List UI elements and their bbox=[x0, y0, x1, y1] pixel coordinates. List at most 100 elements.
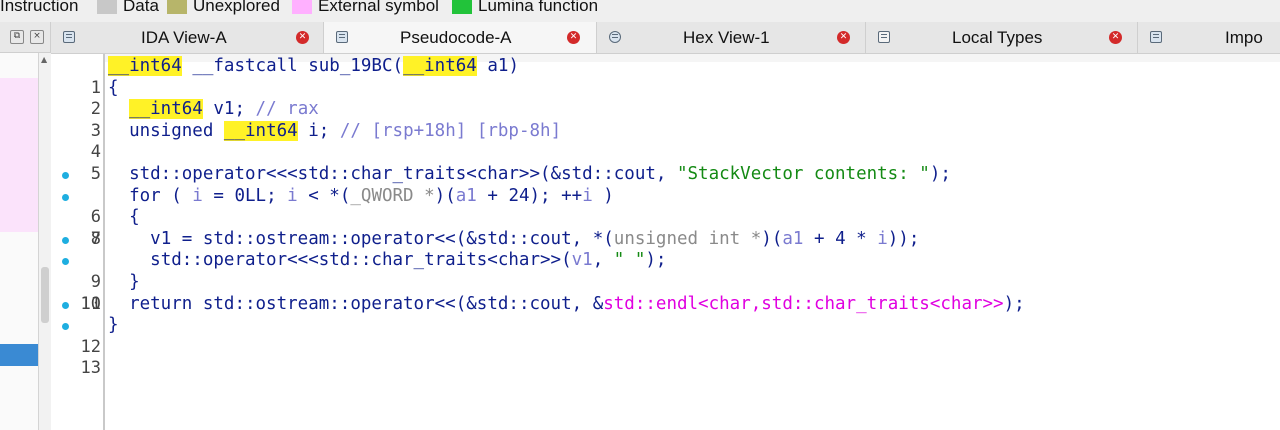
cast-token[interactable]: _QWORD * bbox=[350, 186, 434, 206]
keyword-token[interactable]: return bbox=[129, 294, 192, 314]
ida-view-icon bbox=[63, 31, 75, 43]
function-call[interactable]: std::operator<<<std::char_traits<char>> bbox=[129, 164, 540, 184]
legend-bar: Instruction Data Unexplored External sym… bbox=[0, 0, 1280, 18]
external-symbol-token[interactable]: std::endl<char,std::char_traits<char>> bbox=[603, 294, 1003, 314]
function-call[interactable]: std::ostream::operator<< bbox=[203, 294, 456, 314]
type-token[interactable]: unsigned bbox=[129, 121, 213, 141]
var-token[interactable]: i bbox=[877, 229, 888, 249]
function-call[interactable]: std::operator<<<std::char_traits<char>> bbox=[150, 250, 561, 270]
string-literal[interactable]: "StackVector contents: " bbox=[677, 164, 930, 184]
tab-ida-view-a[interactable]: IDA View-A ✕ bbox=[51, 22, 324, 53]
var-token[interactable]: v1 bbox=[213, 99, 234, 119]
code-line[interactable]: 6 std::operator<<<std::char_traits<char>… bbox=[51, 164, 1280, 227]
restore-icon[interactable]: ⧉ bbox=[10, 30, 24, 44]
tab-imports[interactable]: Impo bbox=[1138, 22, 1280, 53]
close-panel-icon[interactable]: × bbox=[30, 30, 44, 44]
code-line[interactable]: 9 v1 = std::ostream::operator<<(&std::co… bbox=[51, 229, 1280, 292]
var-token[interactable]: a1 bbox=[456, 186, 477, 206]
type-token[interactable]: __int64 bbox=[129, 99, 203, 120]
comment-token: // [rsp+18h] [rbp-8h] bbox=[339, 120, 562, 141]
var-token[interactable]: i bbox=[287, 186, 298, 206]
var-token[interactable]: i bbox=[582, 186, 593, 206]
tab-pseudocode-a[interactable]: Pseudocode-A ✕ bbox=[324, 22, 597, 53]
legend-label-lumina: Lumina function bbox=[478, 0, 599, 15]
hex-view-icon bbox=[609, 31, 621, 43]
code-text[interactable]: __int64 v1; // rax bbox=[108, 99, 319, 121]
var-token[interactable]: a1 bbox=[782, 229, 803, 249]
code-text[interactable]: __int64 __fastcall sub_19BC(__int64 a1) bbox=[108, 56, 519, 78]
selected-item-highlight[interactable] bbox=[0, 344, 38, 366]
code-line[interactable]: 11 } bbox=[51, 272, 1280, 314]
var-token[interactable]: &std::cout bbox=[551, 164, 656, 184]
code-text[interactable]: unsigned __int64 i; // [rsp+18h] [rbp-8h… bbox=[108, 120, 562, 143]
breakpoint-dot[interactable] bbox=[62, 172, 69, 179]
code-text[interactable]: { bbox=[108, 207, 140, 229]
function-name[interactable]: sub_19BC bbox=[308, 56, 392, 76]
callconv-token[interactable]: __fastcall bbox=[192, 56, 297, 76]
number-token[interactable]: 24 bbox=[508, 186, 529, 206]
pseudocode-icon bbox=[336, 31, 348, 43]
code-text[interactable]: } bbox=[108, 315, 119, 337]
cast-token[interactable]: unsigned int * bbox=[614, 229, 762, 249]
code-line[interactable]: 8 { bbox=[51, 207, 1280, 249]
type-token[interactable]: __int64 bbox=[223, 120, 298, 141]
legend-swatch-data bbox=[97, 0, 117, 14]
code-line[interactable]: 5 bbox=[51, 142, 1280, 184]
var-token[interactable]: v1 bbox=[572, 250, 593, 270]
code-line[interactable]: 10 std::operator<<<std::char_traits<char… bbox=[51, 250, 1280, 314]
code-text[interactable]: std::operator<<<std::char_traits<char>>(… bbox=[108, 164, 951, 186]
tab-label: Hex View-1 bbox=[683, 28, 770, 47]
legend-swatch-unexplored bbox=[167, 0, 187, 14]
var-token[interactable]: &std::cout bbox=[466, 229, 571, 249]
scroll-up-icon[interactable]: ▲ bbox=[41, 55, 47, 64]
legend-item-data: Data bbox=[97, 0, 159, 16]
type-token[interactable]: __int64 bbox=[108, 56, 182, 76]
type-token[interactable]: __int64 bbox=[403, 56, 477, 76]
code-line[interactable]: 4 unsigned __int64 i; // [rsp+18h] [rbp-… bbox=[51, 120, 1280, 162]
legend-item-external-symbol: External symbol bbox=[292, 0, 439, 16]
legend-label-data: Data bbox=[123, 0, 159, 15]
close-tab-icon[interactable]: ✕ bbox=[567, 31, 580, 44]
code-text[interactable]: return std::ostream::operator<<(&std::co… bbox=[108, 294, 1025, 316]
local-types-icon bbox=[878, 31, 890, 43]
legend-item-lumina-function: Lumina function bbox=[452, 0, 598, 16]
code-line[interactable]: 12 return std::ostream::operator<<(&std:… bbox=[51, 294, 1280, 357]
breakpoint-dot[interactable] bbox=[62, 193, 69, 201]
breakpoint-dot[interactable] bbox=[62, 323, 69, 331]
var-token[interactable]: i bbox=[192, 186, 203, 206]
scrollbar-thumb[interactable] bbox=[41, 267, 49, 323]
breakpoint-dot[interactable] bbox=[62, 258, 69, 266]
left-panel-scrollbar[interactable]: ▲ bbox=[38, 53, 51, 430]
function-call[interactable]: std::ostream::operator<< bbox=[203, 229, 456, 249]
close-tab-icon[interactable]: ✕ bbox=[837, 31, 850, 44]
tab-local-types[interactable]: Local Types ✕ bbox=[866, 22, 1138, 53]
string-literal[interactable]: " " bbox=[614, 250, 646, 270]
code-line[interactable]: 3 __int64 v1; // rax bbox=[51, 99, 1280, 141]
legend-label-unexplored: Unexplored bbox=[193, 0, 280, 15]
code-line[interactable]: 7 for ( i = 0LL; i < *(_QWORD *)(a1 + 24… bbox=[51, 186, 1280, 249]
code-line[interactable]: 1 __int64 __fastcall sub_19BC(__int64 a1… bbox=[51, 56, 1280, 98]
code-text[interactable]: v1 = std::ostream::operator<<(&std::cout… bbox=[108, 229, 919, 251]
code-line[interactable]: 13 } bbox=[51, 315, 1280, 378]
pseudocode-view[interactable]: 1 __int64 __fastcall sub_19BC(__int64 a1… bbox=[51, 54, 1280, 430]
arg-token[interactable]: a1 bbox=[487, 56, 508, 76]
code-text[interactable]: { bbox=[108, 78, 119, 100]
legend-item-unexplored: Unexplored bbox=[167, 0, 280, 16]
close-tab-icon[interactable]: ✕ bbox=[296, 31, 309, 44]
keyword-token[interactable]: for bbox=[129, 186, 161, 206]
code-line[interactable]: 2 { bbox=[51, 78, 1280, 120]
brace-token: { bbox=[129, 207, 140, 228]
var-token[interactable]: &std::cout bbox=[466, 294, 571, 314]
var-token[interactable]: i bbox=[308, 121, 319, 141]
breakpoint-dot[interactable] bbox=[62, 301, 69, 309]
var-token[interactable]: v1 bbox=[150, 229, 171, 249]
breakpoint-dot[interactable] bbox=[62, 236, 69, 244]
tab-hex-view-1[interactable]: Hex View-1 ✕ bbox=[597, 22, 866, 53]
number-token[interactable]: 4 bbox=[835, 229, 846, 249]
number-token[interactable]: 0LL bbox=[234, 186, 266, 206]
code-text[interactable]: } bbox=[108, 272, 140, 294]
code-text[interactable]: std::operator<<<std::char_traits<char>>(… bbox=[108, 250, 666, 272]
left-panel: ⧉ × ▲ bbox=[0, 22, 51, 430]
close-tab-icon[interactable]: ✕ bbox=[1109, 31, 1122, 44]
code-text[interactable]: for ( i = 0LL; i < *(_QWORD *)(a1 + 24);… bbox=[108, 186, 614, 208]
